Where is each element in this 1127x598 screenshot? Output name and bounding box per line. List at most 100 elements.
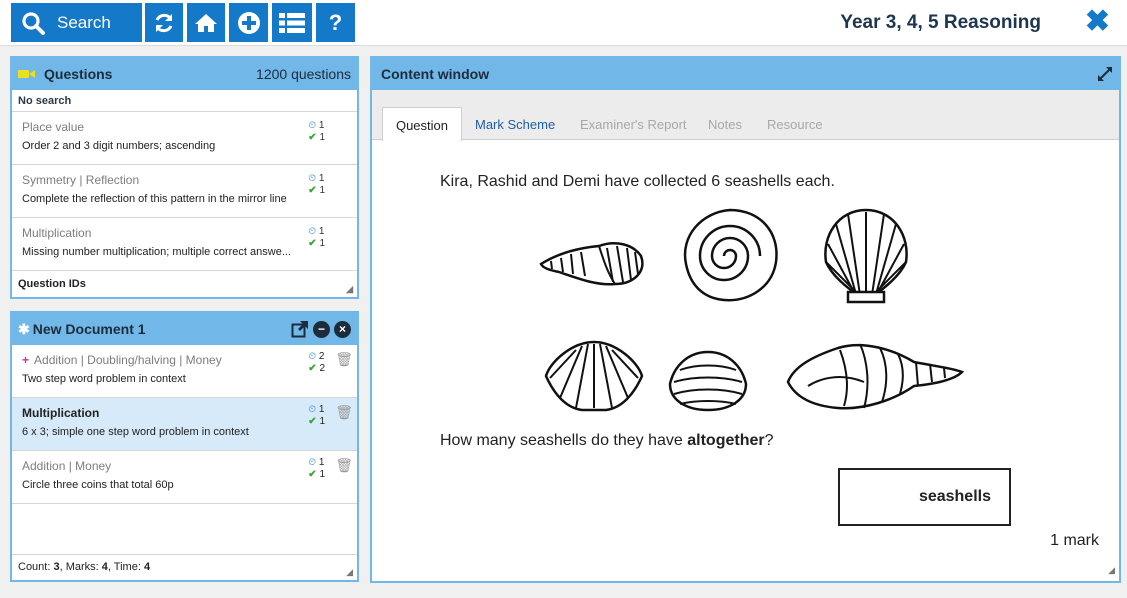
document-item-marks: 1 xyxy=(319,469,325,480)
tab-examiners-report[interactable]: Examiner's Report xyxy=(580,107,687,141)
trash-icon[interactable]: 🗑 xyxy=(335,457,353,474)
search-icon xyxy=(22,11,45,35)
tab-resource[interactable]: Resource xyxy=(767,107,823,141)
question-content: Kira, Rashid and Demi have collected 6 s… xyxy=(372,140,1119,580)
home-icon xyxy=(195,13,217,32)
document-title[interactable]: New Document 1 xyxy=(33,321,146,337)
document-list-item[interactable]: Multiplication 6 x 3; simple one step wo… xyxy=(12,398,357,451)
question-topic: Place value xyxy=(22,120,85,134)
plus-icon: + xyxy=(22,353,30,367)
video-camera-icon xyxy=(18,70,35,78)
question-list-item[interactable]: Multiplication Missing number multiplica… xyxy=(12,218,357,271)
document-item-topic: Multiplication xyxy=(22,406,100,420)
document-panel: ✱ New Document 1 − × + Addition | Doublin… xyxy=(10,311,359,582)
question-line-1: Kira, Rashid and Demi have collected 6 s… xyxy=(440,173,835,190)
question-list-item[interactable]: Place value Order 2 and 3 digit numbers;… xyxy=(12,112,357,165)
content-window: Content window Question Mark Scheme Exam… xyxy=(370,56,1121,583)
document-item-time: 2 xyxy=(318,351,325,362)
clock-icon: ⏲ xyxy=(308,173,317,184)
time-value: 4 xyxy=(143,561,151,573)
content-window-title: Content window xyxy=(381,66,490,82)
question-description: Order 2 and 3 digit numbers; ascending xyxy=(22,140,216,152)
question-time: 1 xyxy=(318,120,325,131)
content-window-header: Content window xyxy=(372,58,1119,90)
question-topic: Multiplication xyxy=(22,226,92,240)
resize-handle-icon[interactable]: ◢ xyxy=(1108,565,1115,576)
tab-notes[interactable]: Notes xyxy=(708,107,742,141)
page-title: Year 3, 4, 5 Reasoning xyxy=(840,12,1041,33)
question-time: 1 xyxy=(318,226,325,237)
cockle-shell-icon xyxy=(668,350,748,412)
time-label: , Time: xyxy=(107,561,144,573)
answer-box[interactable]: seashells xyxy=(838,468,1011,526)
question-marks: 1 xyxy=(319,185,325,196)
question-list-item[interactable]: Symmetry | Reflection Complete the refle… xyxy=(12,165,357,218)
list-button[interactable] xyxy=(272,3,312,42)
home-button[interactable] xyxy=(187,3,225,42)
external-link-icon[interactable] xyxy=(291,320,309,338)
count-label: Count: xyxy=(18,561,54,573)
trash-icon[interactable]: 🗑 xyxy=(335,404,353,421)
document-item-meta: ⏲ 1 ✔ 1 xyxy=(308,404,325,428)
document-item-meta: ⏲ 1 ✔ 1 xyxy=(308,457,325,481)
search-button[interactable]: Search xyxy=(11,3,142,42)
scallop-shell-icon xyxy=(824,208,908,304)
whelk-shell-icon xyxy=(786,343,964,410)
check-icon: ✔ xyxy=(308,416,317,427)
question-marks: 1 xyxy=(319,238,325,249)
expand-icon[interactable] xyxy=(1097,66,1113,82)
question-meta: ⏲ 1 ✔ 1 xyxy=(308,173,325,197)
questions-panel: Questions 1200 questions No search Place… xyxy=(10,56,359,299)
tab-question[interactable]: Question xyxy=(382,107,462,141)
tab-bar: Question Mark Scheme Examiner's Report N… xyxy=(372,90,1119,141)
question-description: Complete the reflection of this pattern … xyxy=(22,193,287,205)
questions-panel-header: Questions 1200 questions xyxy=(12,58,357,90)
marks-label: 1 mark xyxy=(1050,532,1099,549)
spiral-snail-shell-icon xyxy=(683,208,778,302)
question-line-2-suffix: ? xyxy=(764,432,774,449)
close-icon[interactable]: ✖ xyxy=(1085,7,1110,37)
document-item-marks: 1 xyxy=(319,416,325,427)
resize-handle-icon[interactable]: ◢ xyxy=(346,284,353,295)
answer-unit: seashells xyxy=(918,488,991,505)
clam-shell-icon xyxy=(544,340,644,412)
document-item-description: Circle three coins that total 60p xyxy=(22,479,174,491)
top-toolbar: Search ? Year 3, 4, 5 Reasoning ✖ xyxy=(0,0,1127,46)
question-ids-footer: Question IDs ◢ xyxy=(12,271,357,297)
document-item-time: 1 xyxy=(318,404,325,415)
document-item-meta: ⏲ 2 ✔ 2 xyxy=(308,351,325,375)
document-item-topic: Addition | Money xyxy=(22,459,112,473)
questions-panel-title: Questions xyxy=(44,66,113,82)
close-circle-icon[interactable]: × xyxy=(334,320,351,338)
document-list-item[interactable]: + Addition | Doubling/halving | Money Two… xyxy=(12,345,357,398)
document-list-item[interactable]: Addition | Money Circle three coins that… xyxy=(12,451,357,504)
question-description: Missing number multiplication; multiple … xyxy=(22,246,291,258)
help-button[interactable]: ? xyxy=(316,3,355,42)
question-time: 1 xyxy=(318,173,325,184)
trash-icon[interactable]: 🗑 xyxy=(335,351,353,368)
clock-icon: ⏲ xyxy=(308,226,317,237)
list-icon xyxy=(279,12,305,33)
check-icon: ✔ xyxy=(308,469,317,480)
check-icon: ✔ xyxy=(308,363,317,374)
search-status: No search xyxy=(12,90,357,112)
marks-label: , Marks: xyxy=(59,561,102,573)
question-marks: 1 xyxy=(319,132,325,143)
clock-icon: ⏲ xyxy=(308,120,317,131)
resize-handle-icon[interactable]: ◢ xyxy=(346,567,353,578)
clock-icon: ⏲ xyxy=(308,404,317,415)
question-ids-label: Question IDs xyxy=(18,278,86,290)
sync-button[interactable] xyxy=(145,3,183,42)
question-line-2-bold: altogether xyxy=(687,432,765,449)
remove-circle-icon[interactable]: − xyxy=(313,320,330,338)
spiral-cone-shell-icon xyxy=(539,242,644,286)
document-item-description: 6 x 3; simple one step word problem in c… xyxy=(22,426,249,438)
check-icon: ✔ xyxy=(308,238,317,249)
tab-mark-scheme[interactable]: Mark Scheme xyxy=(475,107,555,141)
check-icon: ✔ xyxy=(308,132,317,143)
clock-icon: ⏲ xyxy=(308,457,317,468)
question-line-2: How many seashells do they have altogeth… xyxy=(440,432,774,450)
refresh-icon xyxy=(155,13,173,32)
add-button[interactable] xyxy=(229,3,268,42)
document-item-marks: 2 xyxy=(319,363,325,374)
